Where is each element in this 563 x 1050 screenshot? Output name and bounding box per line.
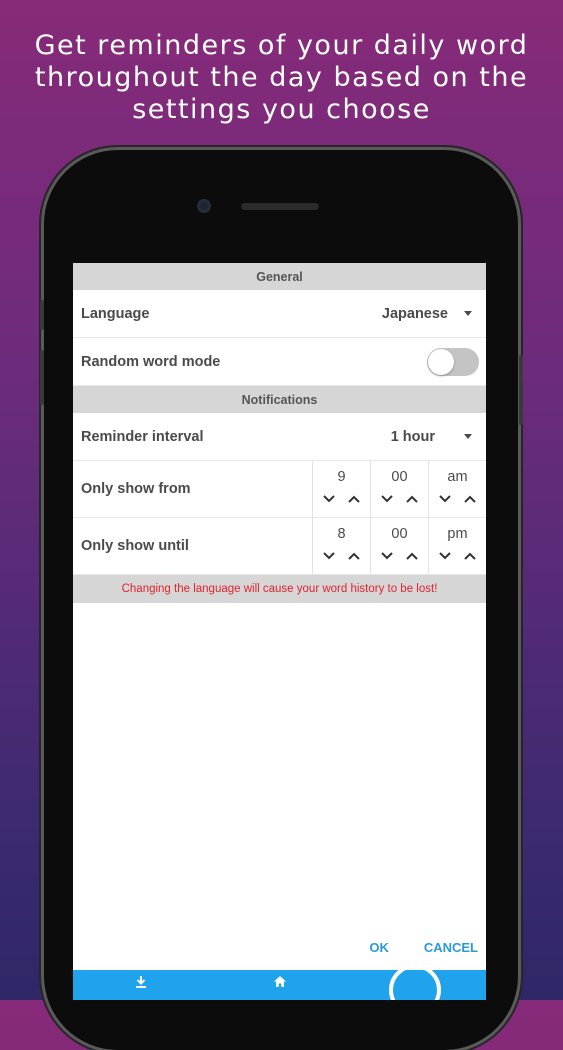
interval-label: Reminder interval <box>81 428 204 445</box>
until-period-spinner: pm <box>428 518 486 575</box>
from-minute-spinner: 00 <box>370 461 428 518</box>
promo-headline: Get reminders of your daily word through… <box>0 30 563 126</box>
interval-value: 1 hour <box>390 428 435 445</box>
interval-row[interactable]: Reminder interval 1 hour <box>73 413 486 461</box>
until-period-value: pm <box>447 526 468 542</box>
side-button-volume <box>40 350 44 405</box>
language-select[interactable]: Japanese <box>382 306 486 322</box>
dialog-buttons: OK CANCEL <box>334 940 478 955</box>
cancel-button[interactable]: CANCEL <box>424 940 478 955</box>
toggle-knob <box>428 349 454 375</box>
side-button-power <box>519 355 523 425</box>
interval-select[interactable]: 1 hour <box>391 429 486 445</box>
language-value: Japanese <box>381 305 448 322</box>
chevron-up-icon[interactable] <box>405 551 419 561</box>
chevron-down-icon[interactable] <box>438 551 452 561</box>
camera-icon <box>197 199 211 213</box>
chevron-up-icon[interactable] <box>347 551 361 561</box>
from-hour-spinner: 9 <box>312 461 370 518</box>
until-minute-spinner: 00 <box>370 518 428 575</box>
from-period-spinner: am <box>428 461 486 518</box>
random-mode-toggle[interactable] <box>427 348 479 376</box>
promo-line-1: Get reminders of your daily word <box>34 30 529 61</box>
promo-line-2: throughout the day based on the <box>34 62 529 93</box>
chevron-up-icon[interactable] <box>463 551 477 561</box>
chevron-down-icon[interactable] <box>322 551 336 561</box>
language-warning: Changing the language will cause your wo… <box>73 575 486 603</box>
from-row: Only show from 9 00 am <box>73 461 486 518</box>
random-mode-row: Random word mode <box>73 338 486 386</box>
until-time-picker: 8 00 pm <box>312 518 486 575</box>
until-minute-value: 00 <box>391 526 408 542</box>
until-hour-value: 8 <box>337 526 346 542</box>
fab-ring-icon[interactable] <box>389 964 441 1000</box>
caret-down-icon <box>464 311 472 316</box>
until-row: Only show until 8 00 pm <box>73 518 486 575</box>
bottom-nav-bar <box>73 964 486 1000</box>
promo-line-3: settings you choose <box>132 94 431 125</box>
caret-down-icon <box>464 434 472 439</box>
language-row[interactable]: Language Japanese <box>73 290 486 338</box>
language-label: Language <box>81 305 150 322</box>
chevron-up-icon[interactable] <box>347 494 361 504</box>
section-header-general: General <box>73 263 486 290</box>
random-mode-label: Random word mode <box>81 353 221 370</box>
chevron-down-icon[interactable] <box>438 494 452 504</box>
app-screen: General Language Japanese Random word mo… <box>73 263 486 1000</box>
from-hour-value: 9 <box>337 469 346 485</box>
from-time-picker: 9 00 am <box>312 461 486 518</box>
chevron-down-icon[interactable] <box>322 494 336 504</box>
chevron-up-icon[interactable] <box>463 494 477 504</box>
home-icon[interactable] <box>273 975 287 993</box>
from-minute-value: 00 <box>391 469 408 485</box>
speaker-grille <box>241 203 319 210</box>
chevron-up-icon[interactable] <box>405 494 419 504</box>
chevron-down-icon[interactable] <box>380 494 394 504</box>
from-period-value: am <box>447 469 468 485</box>
until-hour-spinner: 8 <box>312 518 370 575</box>
section-header-notifications: Notifications <box>73 386 486 413</box>
download-icon[interactable] <box>135 975 147 994</box>
chevron-down-icon[interactable] <box>380 551 394 561</box>
side-button-mute <box>40 300 44 330</box>
ok-button[interactable]: OK <box>369 940 389 955</box>
